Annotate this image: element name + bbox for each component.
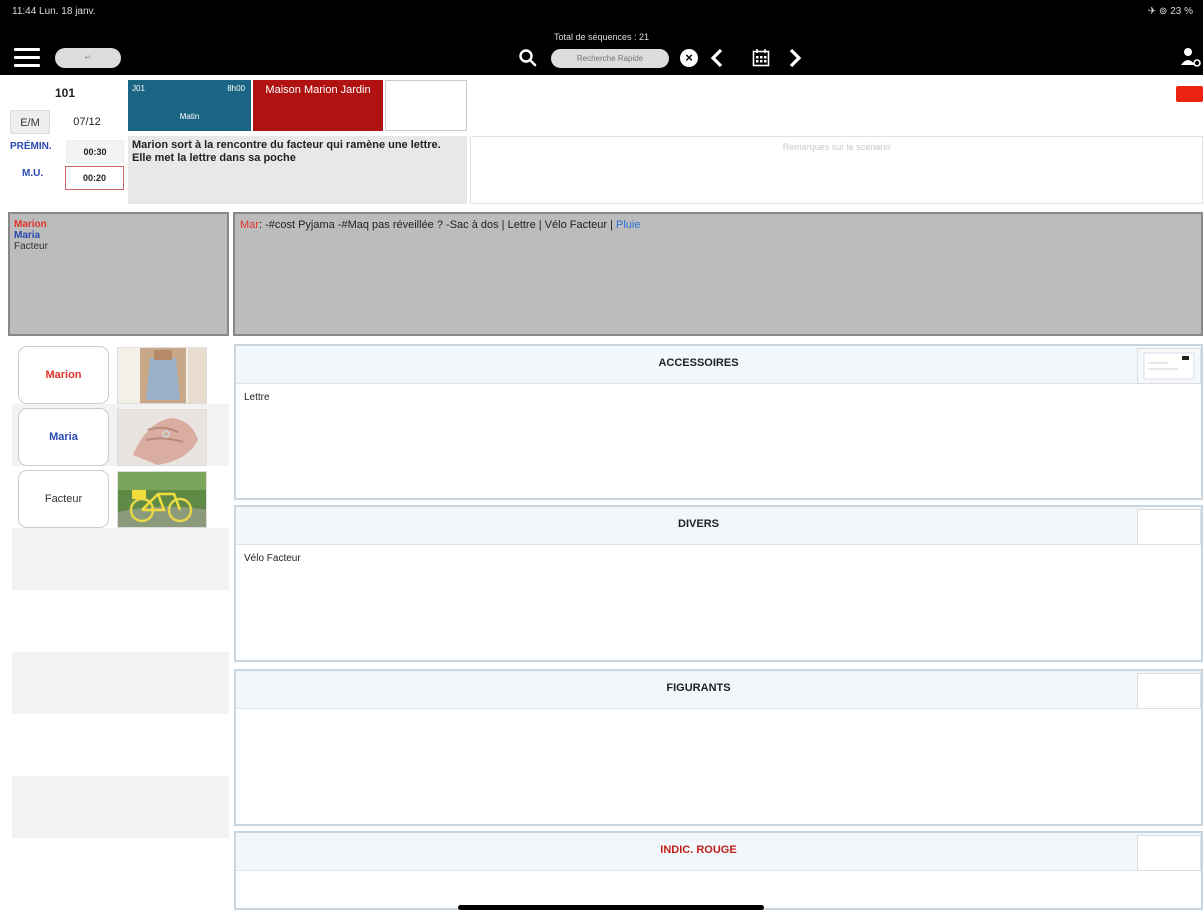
section-header: DIVERS xyxy=(236,507,1201,545)
section-content[interactable]: Vélo Facteur xyxy=(244,553,301,564)
total-sequences: Total de séquences : 21 xyxy=(553,32,650,42)
character-button-maria[interactable]: Maria xyxy=(18,408,109,466)
em-label[interactable]: E/M xyxy=(10,110,50,134)
dress-photo[interactable] xyxy=(117,347,207,404)
list-row-bg xyxy=(12,776,229,838)
time-label: 8h00 xyxy=(227,84,245,93)
premin-label: PRÉMIN. xyxy=(10,141,52,152)
period-label: Matin xyxy=(179,112,200,121)
section-header: FIGURANTS xyxy=(236,671,1201,709)
menu-icon[interactable] xyxy=(14,48,40,68)
chevron-right-icon[interactable] xyxy=(786,47,804,69)
calendar-icon[interactable] xyxy=(752,48,770,68)
sequence-notes[interactable]: Mar: -#cost Pyjama -#Maq pas réveillée ?… xyxy=(233,212,1203,336)
status-indicators: ✈ ⊚ 23 % xyxy=(1147,6,1193,17)
document-thumbnail[interactable] xyxy=(1137,348,1201,384)
menu-pill-button[interactable]: ↵ xyxy=(55,48,121,68)
notes-text: : -#cost Pyjama -#Maq pas réveillée ? -S… xyxy=(258,219,617,231)
section-divers: DIVERS Vélo Facteur xyxy=(234,505,1203,662)
chevron-left-icon[interactable] xyxy=(708,47,726,69)
list-row-bg xyxy=(12,590,229,652)
hand-photo[interactable] xyxy=(117,409,207,466)
section-accessoires: ACCESSOIRES Lettre xyxy=(234,344,1203,500)
image-slot[interactable] xyxy=(1137,509,1201,545)
user-settings-icon[interactable] xyxy=(1180,46,1202,68)
section-title: INDIC. ROUGE xyxy=(660,844,737,856)
day-time-box[interactable]: J01 8h00 Matin xyxy=(128,80,251,131)
image-slot[interactable] xyxy=(1137,673,1201,709)
status-time: 11:44 Lun. 18 janv. xyxy=(12,6,96,17)
section-title: ACCESSOIRES xyxy=(658,357,739,369)
list-row-bg xyxy=(12,528,229,590)
bicycle-photo[interactable] xyxy=(117,471,207,528)
section-indic-rouge: INDIC. ROUGE xyxy=(234,831,1203,910)
sequence-description[interactable]: Marion sort à la rencontre du facteur qu… xyxy=(128,136,467,204)
section-header: ACCESSOIRES xyxy=(236,346,1201,384)
character-button-facteur[interactable]: Facteur xyxy=(18,470,109,528)
notes-highlight: Pluie xyxy=(616,219,641,231)
list-row-bg xyxy=(12,838,229,900)
remarks-field[interactable]: Remarques sur le scénario xyxy=(470,136,1203,204)
list-row-bg xyxy=(12,714,229,776)
day-label: J01 xyxy=(132,84,145,93)
list-row-bg xyxy=(12,652,229,714)
sequence-number: 101 xyxy=(54,86,76,100)
mu-value[interactable]: 00:20 xyxy=(65,166,124,190)
section-header: INDIC. ROUGE xyxy=(236,833,1201,871)
section-title: DIVERS xyxy=(678,518,719,530)
red-tag[interactable] xyxy=(1176,86,1203,102)
premin-value[interactable]: 00:30 xyxy=(66,140,124,163)
search-input[interactable] xyxy=(551,49,669,68)
home-indicator[interactable] xyxy=(458,905,764,910)
notes-prefix: Mar xyxy=(240,219,259,231)
mu-label: M.U. xyxy=(22,168,44,179)
search-icon[interactable] xyxy=(518,48,538,68)
empty-header-box[interactable] xyxy=(385,80,467,131)
sequence-date: 07/12 xyxy=(73,116,101,128)
image-slot[interactable] xyxy=(1137,835,1201,871)
section-content[interactable]: Lettre xyxy=(244,392,270,403)
clear-search-icon[interactable]: × xyxy=(680,49,698,67)
location-box[interactable]: Maison Marion Jardin xyxy=(253,80,383,131)
section-figurants: FIGURANTS xyxy=(234,669,1203,826)
cast-summary-item: Maria xyxy=(14,230,41,241)
character-button-marion[interactable]: Marion xyxy=(18,346,109,404)
cast-summary: Marion Maria Facteur xyxy=(8,212,229,336)
cast-summary-item: Facteur xyxy=(14,241,48,252)
character-list: Marion Maria Facteur xyxy=(12,342,229,910)
section-title: FIGURANTS xyxy=(666,682,731,694)
top-bar: 11:44 Lun. 18 janv. ✈ ⊚ 23 % Total de sé… xyxy=(0,0,1203,75)
cast-summary-item: Marion xyxy=(14,219,47,230)
